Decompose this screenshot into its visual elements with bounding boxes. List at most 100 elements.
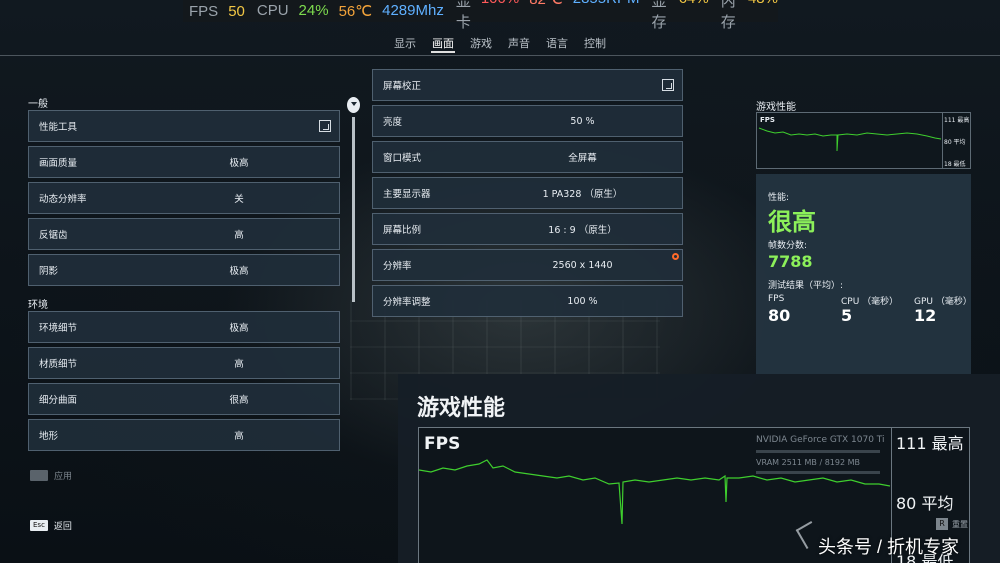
setting-row-brightness[interactable]: 亮度 50 % (372, 105, 683, 137)
setting-value: 100 % (567, 295, 598, 307)
score-label: 帧数分数: (768, 241, 808, 251)
tab-controls[interactable]: 控制 (583, 35, 607, 53)
zoom-max-label: 111 最高 (896, 434, 964, 453)
setting-row-performance-tools[interactable]: 性能工具 (28, 110, 340, 142)
osd-cpu-label: CPU (256, 2, 289, 19)
setting-row-tessellation[interactable]: 细分曲面 很高 (28, 383, 340, 415)
esc-key: Esc (30, 520, 48, 531)
osd-vram-label: 显存 (651, 0, 667, 31)
setting-row-screen-calibration[interactable]: 屏幕校正 (372, 69, 683, 101)
setting-label: 画面质量 (39, 158, 78, 169)
result-label: 测试结果（平均）: (768, 281, 844, 291)
tab-language[interactable]: 语言 (545, 35, 569, 53)
setting-value: 高 (234, 359, 244, 370)
osd-cpu-clock: 4289Mhz (382, 2, 444, 19)
scroll-handle-icon[interactable] (347, 97, 360, 113)
mini-fps-graph: FPS 111 最高 80 平均 18 最低 (756, 112, 971, 169)
fps-column-label: FPS (768, 294, 785, 304)
setting-value: 极高 (229, 266, 249, 277)
setting-label: 窗口模式 (383, 153, 422, 164)
gpu-result: 12 (914, 306, 937, 325)
benchmark-results-panel: 性能: 很高 帧数分数: 7788 测试结果（平均）: FPS CPU （毫秒）… (756, 174, 972, 374)
osd-vram-value: 64% (679, 0, 709, 32)
setting-row-aspect-ratio[interactable]: 屏幕比例 16 : 9 （原生） (372, 213, 683, 245)
setting-row-resolution[interactable]: 分辨率 2560 x 1440 (372, 249, 683, 281)
score-value: 7788 (768, 252, 813, 271)
setting-label: 阴影 (39, 266, 59, 277)
setting-label: 分辨率 (383, 261, 412, 272)
mini-avg-label: 80 平均 (944, 139, 966, 146)
external-open-icon (662, 79, 674, 91)
cpu-result: 5 (841, 306, 853, 325)
setting-value: 高 (234, 230, 244, 241)
setting-label: 动态分辨率 (39, 194, 87, 205)
section-environment-title: 环境 (28, 300, 48, 311)
setting-value: 极高 (229, 158, 249, 169)
setting-label: 亮度 (383, 117, 403, 128)
zoom-title: 游戏性能 (417, 396, 506, 421)
setting-label: 分辨率调整 (383, 297, 431, 308)
setting-label: 材质细节 (39, 359, 78, 370)
setting-row-shadows[interactable]: 阴影 极高 (28, 254, 340, 286)
tab-graphics[interactable]: 画面 (431, 35, 455, 53)
setting-row-resolution-scale[interactable]: 分辨率调整 100 % (372, 285, 683, 317)
setting-label: 反锯齿 (39, 230, 68, 241)
setting-row-quality[interactable]: 画面质量 极高 (28, 146, 340, 178)
osd-mem-label: 内存 (720, 0, 736, 31)
reset-key: R (936, 518, 948, 530)
setting-label: 主要显示器 (383, 189, 431, 200)
osd-gpu-temp: 82℃ (529, 0, 563, 32)
setting-value: 很高 (229, 395, 249, 406)
performance-overlay-bar: FPS 50 CPU 24% 56℃ 4289Mhz 显卡 100% 82℃ 2… (183, 0, 778, 31)
setting-row-environment-detail[interactable]: 环境细节 极高 (28, 311, 340, 343)
osd-fps-value: 50 (228, 2, 245, 20)
setting-label: 细分曲面 (39, 395, 78, 406)
tab-display[interactable]: 显示 (393, 35, 417, 53)
external-open-icon (319, 120, 331, 132)
tab-game[interactable]: 游戏 (469, 35, 493, 53)
watermark-text: 头条号 / 折机专家 (818, 537, 960, 557)
tabs-divider (0, 55, 1000, 56)
reset-label: 重置 (952, 519, 968, 529)
setting-value: 极高 (229, 323, 249, 334)
setting-row-antialiasing[interactable]: 反锯齿 高 (28, 218, 340, 250)
osd-cpu-usage: 24% (298, 2, 329, 19)
setting-label: 屏幕比例 (383, 225, 422, 236)
mini-min-label: 18 最低 (944, 161, 966, 168)
osd-fps-label: FPS (189, 2, 219, 20)
setting-row-terrain[interactable]: 地形 高 (28, 419, 340, 451)
setting-value: 全屏幕 (568, 153, 597, 164)
section-general-title: 一般 (28, 99, 48, 110)
keyboard-key-icon (30, 470, 48, 481)
mini-graph-divider (942, 113, 943, 168)
scrollbar-track[interactable] (352, 117, 355, 302)
changed-indicator-icon (672, 253, 679, 260)
perf-rating: 很高 (768, 208, 816, 236)
setting-row-window-mode[interactable]: 窗口模式 全屏幕 (372, 141, 683, 173)
setting-label: 环境细节 (39, 323, 78, 334)
setting-label: 屏幕校正 (383, 81, 422, 92)
reset-button[interactable]: R 重置 (936, 518, 968, 530)
setting-row-primary-display[interactable]: 主要显示器 1 PA328 （原生） (372, 177, 683, 209)
apply-label: 应用 (54, 472, 73, 482)
zoom-avg-label: 80 平均 (896, 494, 954, 513)
apply-button[interactable]: 应用 (30, 469, 72, 482)
osd-gpu-label: 显卡 (455, 0, 471, 31)
back-label: 返回 (53, 522, 72, 532)
setting-label: 性能工具 (39, 122, 78, 133)
perf-panel-title: 游戏性能 (756, 102, 796, 113)
setting-value: 50 % (570, 115, 595, 127)
mini-fps-line (758, 127, 942, 152)
back-button[interactable]: Esc 返回 (30, 519, 72, 532)
setting-value: 16 : 9 （原生） (548, 225, 617, 236)
tab-sound[interactable]: 声音 (507, 35, 531, 53)
setting-row-dynamic-resolution[interactable]: 动态分辨率 关 (28, 182, 340, 214)
setting-value: 1 PA328 （原生） (542, 189, 623, 200)
fps-result: 80 (768, 306, 791, 325)
setting-row-texture-detail[interactable]: 材质细节 高 (28, 347, 340, 379)
osd-mem-value: 48% (748, 0, 778, 32)
setting-value: 高 (234, 431, 244, 442)
setting-label: 地形 (39, 431, 59, 442)
osd-gpu-usage: 100% (481, 0, 519, 32)
setting-value: 2560 x 1440 (552, 259, 613, 271)
